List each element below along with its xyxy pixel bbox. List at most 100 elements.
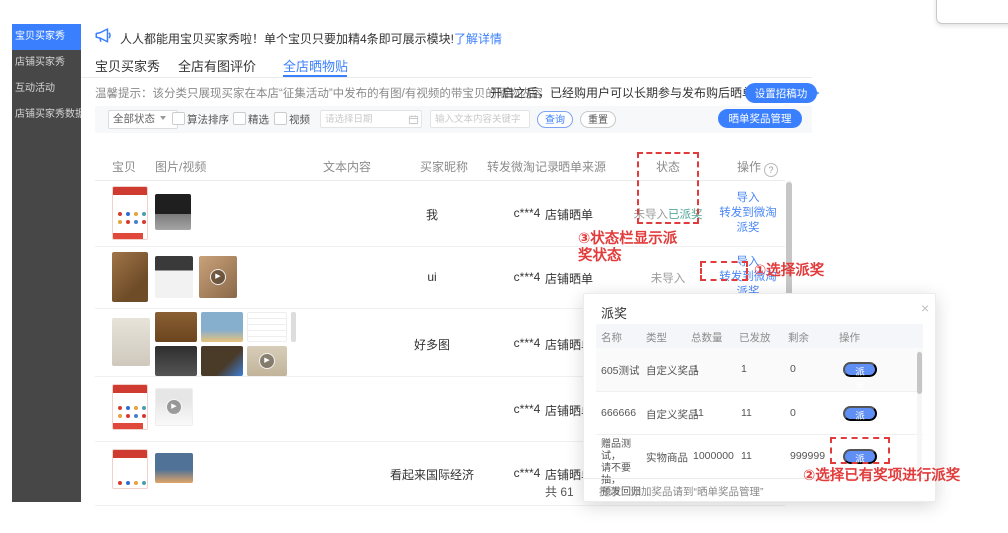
pagination-total: 共 61 bbox=[545, 483, 574, 500]
media-thumbnail[interactable] bbox=[155, 194, 191, 230]
media-thumbnail[interactable] bbox=[247, 312, 287, 342]
dispatch-button[interactable]: 派发 bbox=[843, 362, 877, 377]
product-image[interactable] bbox=[112, 449, 148, 489]
prize-name: 666666 bbox=[601, 407, 636, 419]
media-thumbnail[interactable] bbox=[291, 312, 296, 342]
annotation-step2: ②选择已有奖项进行派奖 bbox=[803, 468, 993, 485]
checkbox-algorithm-sort[interactable] bbox=[172, 112, 185, 125]
prize-remain: 0 bbox=[790, 407, 796, 419]
media-thumbnail[interactable] bbox=[155, 256, 193, 298]
status-highlight-box bbox=[637, 152, 699, 224]
dispatch-link-highlight-box bbox=[700, 261, 748, 281]
play-icon: ▶ bbox=[166, 399, 182, 415]
tab-shop-show-posts[interactable]: 全店晒物贴 bbox=[283, 56, 348, 75]
prize-issued: 11 bbox=[741, 407, 752, 419]
media-thumbnail-video[interactable]: ▶ bbox=[247, 346, 287, 376]
sidebar-item-interactive-activity[interactable]: 互动活动 bbox=[12, 76, 81, 102]
modal-table-header: 名称 类型 总数量 已发放 剩余 操作 bbox=[596, 324, 923, 348]
date-input[interactable] bbox=[320, 110, 422, 128]
modal-col-name: 名称 bbox=[601, 330, 622, 345]
media-thumbnail[interactable] bbox=[155, 453, 193, 483]
help-question-icon[interactable]: ? bbox=[764, 163, 778, 177]
status-select[interactable]: 全部状态 bbox=[108, 110, 178, 129]
tab-shop-photo-reviews[interactable]: 全店有图评价 bbox=[178, 56, 256, 75]
checkbox-featured[interactable] bbox=[233, 112, 246, 125]
sidebar-item-buyer-show-data[interactable]: 店铺买家秀数据 bbox=[12, 102, 81, 128]
sidebar: 宝贝买家秀 店铺买家秀 互动活动 店铺买家秀数据 bbox=[12, 24, 81, 502]
dispatch-button-highlight-box bbox=[830, 437, 890, 464]
col-header-text: 文本内容 bbox=[323, 158, 371, 175]
prize-type: 自定义奖品 bbox=[646, 407, 699, 422]
search-button[interactable]: 查询 bbox=[537, 111, 573, 128]
text-content-cell: ui bbox=[377, 270, 487, 284]
prize-type: 实物商品 bbox=[646, 450, 688, 465]
media-thumbnail-video[interactable]: ▶ bbox=[155, 388, 193, 426]
prize-issued: 1 bbox=[741, 363, 747, 375]
modal-table-row: 666666 自定义奖品 11 11 0 派发 bbox=[596, 391, 923, 435]
source-cell: 店铺晒单 bbox=[545, 206, 605, 223]
calendar-icon[interactable] bbox=[408, 112, 419, 130]
modal-col-total: 总数量 bbox=[691, 330, 723, 345]
announcement-detail-link[interactable]: 了解详情 bbox=[454, 32, 502, 46]
media-thumbnail-video[interactable]: ▶ bbox=[199, 256, 237, 298]
notice-right-text: 开启之后，已经购用户可以长期参与发布购后晒单 bbox=[490, 86, 754, 100]
col-header-weitao: 转发微淘记录 bbox=[487, 158, 559, 175]
checkbox-featured-label: 精选 bbox=[248, 112, 269, 127]
product-image[interactable] bbox=[112, 318, 150, 366]
media-thumbnail[interactable] bbox=[201, 312, 243, 342]
import-link[interactable]: 导入 bbox=[712, 191, 784, 206]
prize-total: 1000000 bbox=[693, 450, 734, 462]
col-header-source: 晒单来源 bbox=[558, 158, 606, 175]
prize-total: 11 bbox=[693, 407, 704, 419]
checkbox-algorithm-sort-label: 算法排序 bbox=[187, 112, 229, 127]
text-content-cell: 看起来国际经济 bbox=[377, 466, 487, 483]
product-image[interactable] bbox=[112, 252, 148, 302]
chevron-down-icon bbox=[160, 116, 166, 120]
notice-tip: 温馨提示：该分类只展现买家在本店“征集活动”中发布的有图/有视频的带宝贝的晒物内… bbox=[95, 85, 543, 101]
prize-type: 自定义奖品 bbox=[646, 363, 699, 378]
play-icon: ▶ bbox=[259, 353, 275, 369]
modal-col-issued: 已发放 bbox=[739, 330, 771, 345]
media-thumbnail[interactable] bbox=[155, 312, 197, 342]
col-header-media: 图片/视频 bbox=[155, 158, 206, 175]
tab-product-buyer-show[interactable]: 宝贝买家秀 bbox=[95, 56, 160, 75]
col-header-action: 操作? bbox=[737, 158, 778, 177]
product-image[interactable] bbox=[112, 186, 148, 240]
play-icon: ▶ bbox=[210, 269, 226, 285]
setup-solicitation-button[interactable]: 设置招稿功能 bbox=[745, 83, 817, 103]
modal-title: 派奖 bbox=[601, 303, 627, 322]
modal-col-action: 操作 bbox=[839, 330, 860, 345]
text-content-cell: 好多图 bbox=[377, 336, 487, 353]
col-header-action-label: 操作 bbox=[737, 160, 761, 174]
buyer-show-admin-page: 宝贝买家秀 店铺买家秀 互动活动 店铺买家秀数据 人人都能用宝贝买家秀啦！单个宝… bbox=[0, 0, 1008, 533]
corner-popup-fragment bbox=[936, 0, 1008, 24]
media-thumbnail[interactable] bbox=[155, 346, 197, 376]
sidebar-item-shop-buyer-show[interactable]: 店铺买家秀 bbox=[12, 50, 81, 76]
dispatch-button[interactable]: 派发 bbox=[843, 406, 877, 421]
prize-management-button[interactable]: 晒单奖品管理 bbox=[718, 109, 802, 128]
prize-issued: 11 bbox=[741, 450, 752, 462]
col-header-product: 宝贝 bbox=[112, 158, 136, 175]
operations-cell: 导入 转发到微淘 派奖 bbox=[712, 191, 784, 236]
prize-remain: 999999 bbox=[790, 450, 825, 462]
checkbox-video-label: 视频 bbox=[289, 112, 310, 127]
annotation-step1: ①选择派奖 bbox=[754, 263, 824, 280]
modal-scrollbar-thumb[interactable] bbox=[917, 352, 922, 394]
status-cell: 未导入 bbox=[630, 270, 706, 286]
close-icon[interactable]: × bbox=[921, 300, 929, 316]
announcement-text: 人人都能用宝贝买家秀啦！单个宝贝只要加精4条即可展示模块! bbox=[120, 32, 454, 46]
tabs-divider bbox=[81, 77, 812, 78]
col-header-buyer: 买家昵称 bbox=[420, 158, 468, 175]
dispatch-prize-link[interactable]: 派奖 bbox=[712, 221, 784, 236]
product-image[interactable] bbox=[112, 384, 148, 430]
forward-weitao-link[interactable]: 转发到微淘 bbox=[712, 206, 784, 221]
sidebar-item-product-buyer-show[interactable]: 宝贝买家秀 bbox=[12, 24, 81, 50]
media-thumbnail[interactable] bbox=[201, 346, 243, 376]
source-cell: 店铺晒单 bbox=[545, 270, 605, 287]
checkbox-video[interactable] bbox=[274, 112, 287, 125]
text-content-cell: 我 bbox=[377, 206, 487, 223]
modal-footer-tip: 提示：添加奖品请到“晒单奖品管理” bbox=[599, 484, 764, 499]
prize-remain: 0 bbox=[790, 363, 796, 375]
keyword-input[interactable] bbox=[430, 110, 530, 128]
reset-button[interactable]: 重置 bbox=[580, 111, 616, 128]
